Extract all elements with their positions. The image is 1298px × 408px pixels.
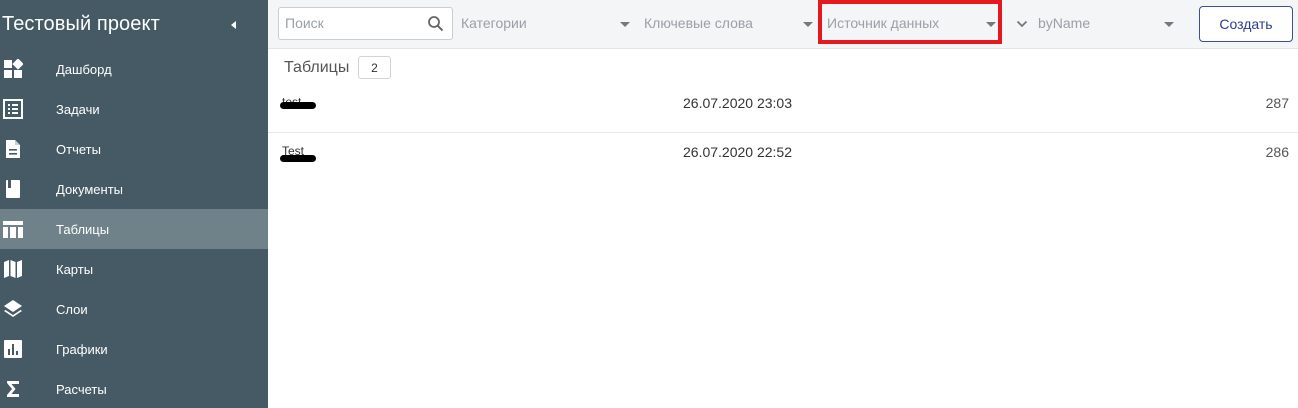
- redaction-mark: [280, 155, 316, 162]
- sidebar-item-charts[interactable]: Графики: [0, 329, 268, 369]
- datasource-dropdown[interactable]: Источник данных: [824, 7, 999, 40]
- caret-down-icon: [986, 22, 996, 27]
- sidebar-item-label: Документы: [56, 181, 124, 197]
- create-button[interactable]: Создать: [1199, 6, 1293, 42]
- redaction-mark: [280, 102, 316, 109]
- tasks-icon: [3, 99, 23, 119]
- sidebar-item-label: Задачи: [56, 101, 100, 117]
- chart-icon: [3, 339, 23, 359]
- sidebar-item-label: Расчеты: [56, 381, 107, 397]
- table-row[interactable]: test 26.07.2020 23:03 287: [268, 84, 1298, 132]
- sigma-icon: [3, 379, 23, 399]
- sidebar-item-label: Карты: [56, 261, 94, 277]
- table-row[interactable]: Test 26.07.2020 22:52 286: [268, 133, 1298, 181]
- document-icon: [3, 179, 23, 199]
- app-window: Тестовый проект Дашборд Задачи Отчеты До…: [0, 0, 1298, 408]
- sidebar-header: Тестовый проект: [0, 0, 268, 49]
- count-badge: 2: [358, 56, 391, 79]
- dashboard-icon: [3, 59, 23, 79]
- sidebar-item-tables[interactable]: Таблицы: [0, 209, 268, 249]
- page-title: Таблицы: [284, 59, 350, 76]
- sort-direction-chevron-icon[interactable]: [1016, 17, 1028, 29]
- row-count: 287: [1265, 95, 1289, 111]
- row-count: 286: [1265, 144, 1289, 160]
- sidebar-item-maps[interactable]: Карты: [0, 249, 268, 289]
- project-title: Тестовый проект: [2, 13, 160, 35]
- keywords-dropdown[interactable]: Ключевые слова: [641, 7, 816, 40]
- categories-placeholder: Категории: [461, 15, 527, 31]
- sidebar-item-tasks[interactable]: Задачи: [0, 89, 268, 129]
- search-input[interactable]: [285, 15, 425, 31]
- sort-dropdown[interactable]: byName: [1035, 7, 1180, 40]
- sidebar-item-documents[interactable]: Документы: [0, 169, 268, 209]
- sidebar-item-layers[interactable]: Слои: [0, 289, 268, 329]
- sidebar-item-calculations[interactable]: Расчеты: [0, 369, 268, 408]
- toolbar: Категории Ключевые слова Источник данных…: [268, 0, 1298, 49]
- sidebar-item-label: Отчеты: [56, 141, 101, 157]
- search-box: [278, 7, 453, 40]
- search-icon[interactable]: [427, 15, 444, 32]
- collapse-sidebar-icon[interactable]: [228, 18, 240, 30]
- report-icon: [3, 139, 23, 159]
- sidebar-item-reports[interactable]: Отчеты: [0, 129, 268, 169]
- sort-label: byName: [1038, 15, 1091, 31]
- table-icon: [3, 219, 23, 239]
- layers-icon: [3, 299, 23, 319]
- datasource-placeholder: Источник данных: [827, 15, 940, 31]
- sidebar-item-dashboard[interactable]: Дашборд: [0, 49, 268, 89]
- keywords-placeholder: Ключевые слова: [644, 15, 753, 31]
- sidebar-item-label: Графики: [56, 341, 108, 357]
- sidebar-item-label: Слои: [56, 301, 88, 317]
- caret-down-icon: [1164, 22, 1174, 27]
- categories-dropdown[interactable]: Категории: [458, 7, 633, 40]
- row-date: 26.07.2020 23:03: [683, 95, 792, 111]
- map-icon: [3, 259, 23, 279]
- main-content: Таблицы 2 test 26.07.2020 23:03 287 Test…: [268, 49, 1298, 408]
- row-date: 26.07.2020 22:52: [683, 144, 792, 160]
- sidebar-item-label: Таблицы: [56, 221, 110, 237]
- sidebar-item-label: Дашборд: [56, 61, 112, 77]
- caret-down-icon: [620, 22, 630, 27]
- sidebar: Тестовый проект Дашборд Задачи Отчеты До…: [0, 0, 268, 408]
- caret-down-icon: [803, 22, 813, 27]
